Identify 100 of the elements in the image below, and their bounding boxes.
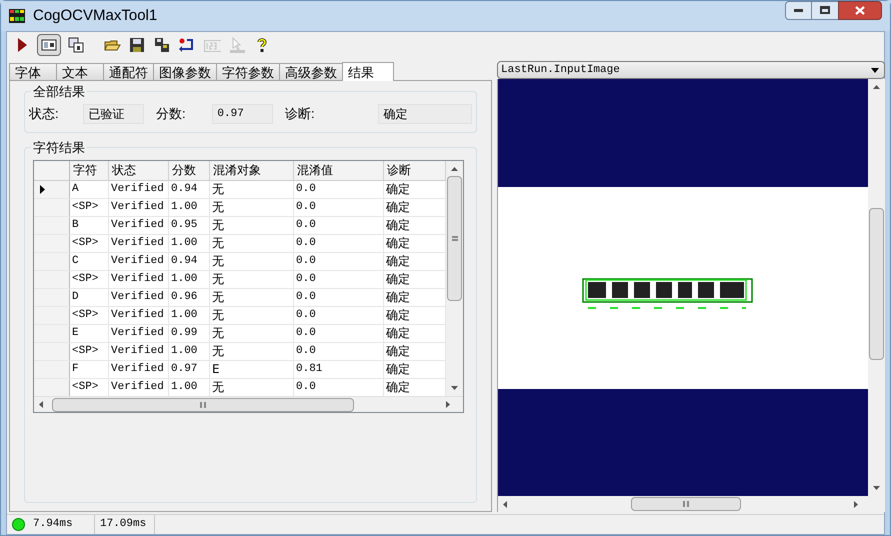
field-label: 分数: (156, 105, 187, 124)
table-cell: 0.0 (294, 307, 384, 324)
close-button[interactable] (838, 0, 882, 20)
scroll-up-icon[interactable] (451, 167, 458, 171)
table-cell: 无 (210, 253, 294, 270)
table-cell: Verified (109, 325, 169, 342)
table-cell: 0.0 (294, 343, 384, 360)
table-cell: 无 (210, 271, 294, 288)
table-cell: 无 (210, 199, 294, 216)
field-label: 诊断: (284, 105, 316, 124)
table-cell: 无 (210, 217, 294, 234)
value-field: 已验证 (83, 104, 144, 124)
scroll-thumb[interactable] (631, 497, 741, 511)
table-cell: <SP> (70, 307, 109, 324)
table-cell: B (70, 217, 109, 234)
table-cell: E (210, 361, 294, 378)
horizontal-scrollbar[interactable] (34, 396, 463, 412)
table-cell: 无 (210, 235, 294, 252)
table-cell: 无 (210, 181, 294, 198)
scroll-left-icon[interactable] (503, 500, 507, 508)
maximize-button[interactable] (812, 0, 838, 20)
scroll-left-icon[interactable] (39, 401, 43, 408)
table-cell: C (70, 253, 109, 270)
table-cell: 0.95 (169, 217, 210, 234)
status-text: 7.94ms (30, 515, 95, 534)
field-label: 状态: (29, 105, 60, 124)
table-cell: 0.97 (169, 361, 210, 378)
table-cell: Verified (109, 181, 169, 198)
vertical-scrollbar[interactable] (446, 161, 463, 396)
column-header[interactable]: 混淆对象 (210, 161, 294, 180)
table-cell: 无 (210, 289, 294, 306)
dropdown-caret-icon[interactable] (871, 68, 879, 72)
window-title: CogOCVMaxTool1 (33, 6, 158, 26)
table-cell: Verified (109, 235, 169, 252)
tab[interactable]: 高级参数 (279, 63, 343, 80)
table-cell: 0.0 (294, 181, 384, 198)
tab[interactable]: 字符参数 (216, 63, 280, 80)
tab[interactable]: 图像参数 (153, 63, 217, 80)
table-cell: 1.00 (169, 271, 210, 288)
table-cell: Verified (109, 289, 169, 306)
table-cell: 0.0 (294, 199, 384, 216)
column-header[interactable]: 状态 (109, 161, 169, 180)
table-cell: 0.96 (169, 289, 210, 306)
table-cell: <SP> (70, 235, 109, 252)
row-header[interactable] (34, 181, 70, 198)
table-cell: F (70, 361, 109, 378)
table-cell: Verified (109, 343, 169, 360)
table-cell: Verified (109, 253, 169, 270)
scroll-thumb[interactable] (447, 176, 462, 301)
table-cell: 0.0 (294, 217, 384, 234)
table-cell: 无 (210, 307, 294, 324)
table-cell: <SP> (70, 271, 109, 288)
scroll-down-icon[interactable] (451, 386, 458, 390)
scroll-up-icon[interactable] (873, 85, 880, 89)
table-cell: 0.94 (169, 181, 210, 198)
column-header[interactable]: 混淆值 (294, 161, 384, 180)
table-cell: 1.00 (169, 199, 210, 216)
close-icon[interactable] (855, 6, 865, 14)
table-cell: 0.0 (294, 271, 384, 288)
vertical-scrollbar[interactable] (868, 79, 885, 496)
table-cell: E (70, 325, 109, 342)
panel-icon[interactable] (40, 37, 58, 53)
scroll-thumb[interactable] (869, 208, 884, 360)
table-cell: <SP> (70, 199, 109, 216)
table-cell: 无 (210, 343, 294, 360)
tab[interactable]: 文本 (56, 63, 104, 80)
current-row-icon (40, 185, 45, 194)
table-cell: 1.00 (169, 343, 210, 360)
table-cell: 0.81 (294, 361, 384, 378)
table-cell: 0.0 (294, 253, 384, 270)
tab[interactable]: 字体 (9, 63, 57, 80)
table-cell: D (70, 289, 109, 306)
table-cell: Verified (109, 361, 169, 378)
table-cell: Verified (109, 307, 169, 324)
app-logo-icon (9, 9, 25, 23)
tab[interactable]: 结果 (342, 62, 394, 81)
table-cell: 0.99 (169, 325, 210, 342)
column-header[interactable]: 字符 (70, 161, 109, 180)
scroll-thumb[interactable] (52, 398, 354, 412)
column-header[interactable]: 分数 (169, 161, 210, 180)
table-cell: 0.94 (169, 253, 210, 270)
panel-button[interactable] (37, 34, 61, 56)
table-cell: Verified (109, 217, 169, 234)
table-cell: Verified (109, 271, 169, 288)
tab[interactable]: 通配符 (103, 63, 154, 80)
status-light-icon (12, 518, 25, 531)
table-cell: <SP> (70, 343, 109, 360)
table-cell: 1.00 (169, 307, 210, 324)
table-cell: 无 (210, 325, 294, 342)
table-cell: A (70, 181, 109, 198)
table-cell: 0.0 (294, 235, 384, 252)
table-cell: 0.0 (294, 289, 384, 306)
scroll-down-icon[interactable] (873, 486, 880, 490)
status-text: 17.09ms (95, 515, 155, 534)
image-source-dropdown[interactable]: LastRun.InputImage (497, 61, 885, 79)
table-cell: 1.00 (169, 235, 210, 252)
table-cell: Verified (109, 199, 169, 216)
minimize-button[interactable] (785, 0, 812, 20)
scroll-right-icon[interactable] (854, 500, 858, 508)
scroll-right-icon[interactable] (446, 401, 450, 408)
